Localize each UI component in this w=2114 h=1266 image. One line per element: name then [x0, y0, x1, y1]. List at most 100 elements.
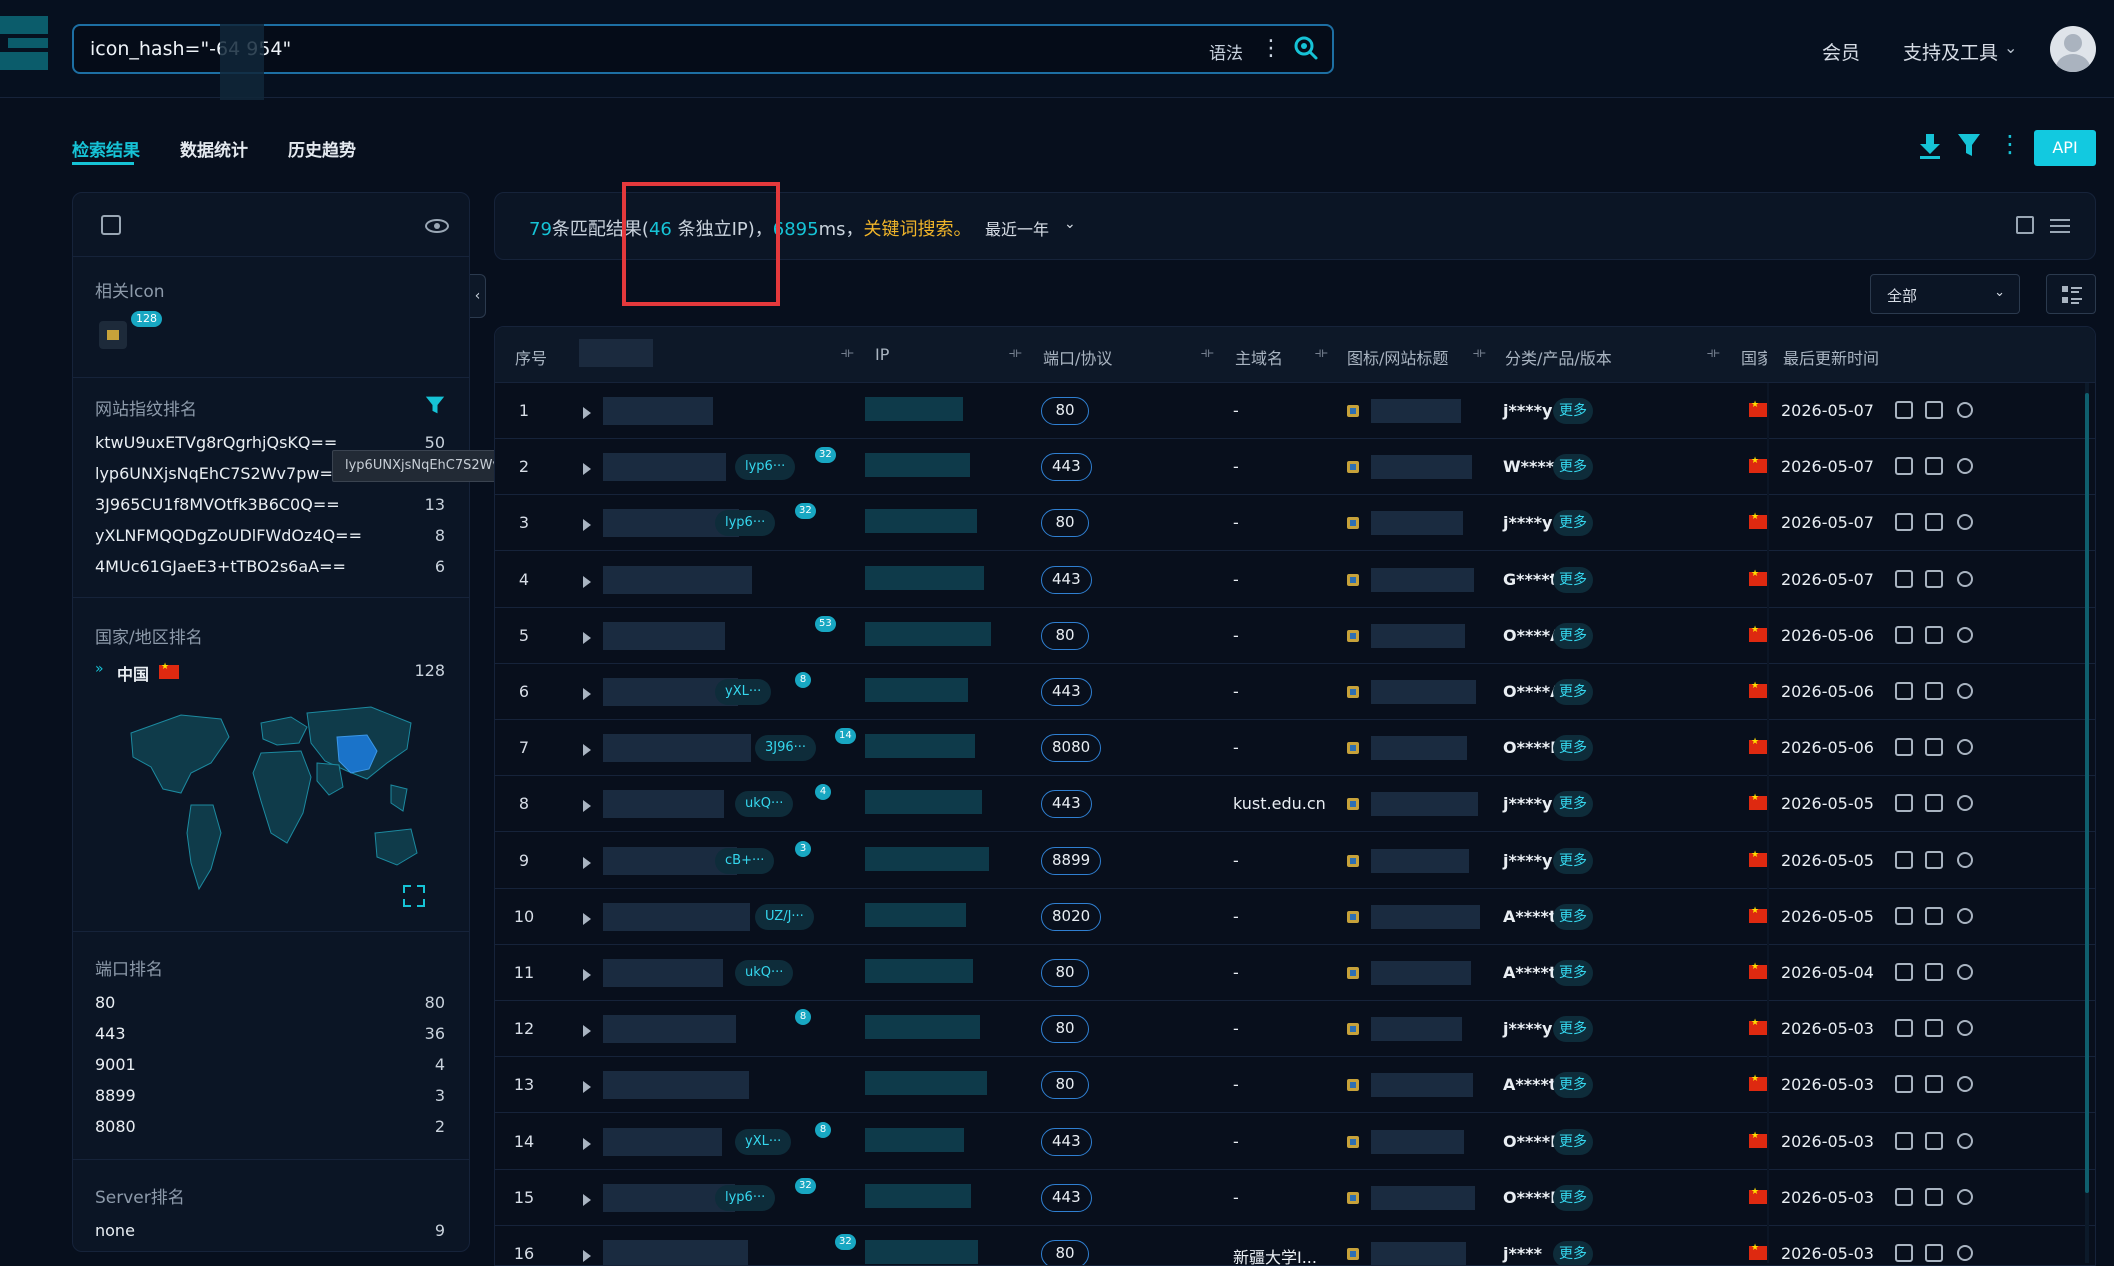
server-item[interactable]: none: [95, 1221, 135, 1240]
host-domain[interactable]: -: [1233, 570, 1239, 589]
chevron-down-icon[interactable]: ⌄: [2004, 38, 2017, 57]
redacted-ip[interactable]: [865, 734, 975, 758]
more-vertical-icon[interactable]: ⋮: [1998, 130, 2022, 158]
favicon-icon[interactable]: [1347, 1079, 1359, 1091]
report-icon[interactable]: [1925, 1244, 1943, 1262]
favicon-icon[interactable]: [1347, 405, 1359, 417]
tab-history-trend[interactable]: 历史趋势: [288, 136, 356, 161]
table-row[interactable]: 73J96···148080-O****P更多2026-05-06: [495, 720, 2095, 776]
redacted-ip[interactable]: [865, 847, 989, 871]
cube-icon[interactable]: [1957, 571, 1973, 587]
port-item[interactable]: 80: [95, 993, 115, 1012]
category-filter-select[interactable]: 全部 ⌄: [1870, 274, 2020, 314]
port-badge[interactable]: 443: [1041, 1128, 1092, 1156]
search-bar[interactable]: icon_hash="-64 954" 语法 ⋮: [72, 24, 1334, 100]
favicon-icon[interactable]: [1347, 517, 1359, 529]
favicon-icon[interactable]: [1347, 1023, 1359, 1035]
cube-icon[interactable]: [1957, 1020, 1973, 1036]
cube-icon[interactable]: [1957, 1189, 1973, 1205]
cube-icon[interactable]: [1957, 795, 1973, 811]
port-item[interactable]: 443: [95, 1024, 126, 1043]
redacted-ip[interactable]: [865, 1015, 980, 1039]
favicon-icon[interactable]: [1347, 574, 1359, 586]
port-badge[interactable]: 8899: [1041, 847, 1102, 875]
favicon-icon[interactable]: [1347, 855, 1359, 867]
list-view-icon[interactable]: [2050, 218, 2070, 234]
fingerprint-tag[interactable]: ukQ···: [735, 960, 794, 986]
code-view-icon[interactable]: [1895, 1188, 1913, 1206]
report-icon[interactable]: [1925, 1188, 1943, 1206]
more-tag[interactable]: 更多: [1553, 1185, 1593, 1211]
port-item[interactable]: 9001: [95, 1055, 136, 1074]
redacted-ip[interactable]: [865, 1128, 964, 1152]
more-tag[interactable]: 更多: [1553, 904, 1593, 930]
favicon-icon[interactable]: [1347, 1192, 1359, 1204]
code-view-icon[interactable]: [1895, 1244, 1913, 1262]
redacted-ip[interactable]: [865, 397, 963, 421]
search-icon[interactable]: [1292, 34, 1320, 62]
fingerprint-item[interactable]: lyp6UNXjsNqEhC7S2Wv7pw==: [95, 464, 346, 483]
fingerprint-item[interactable]: yXLNFMQQDgZoUDlFWdOz4Q==: [95, 526, 362, 545]
filter-icon[interactable]: [425, 395, 445, 415]
report-icon[interactable]: [1925, 626, 1943, 644]
port-badge[interactable]: 443: [1041, 1184, 1092, 1212]
column-resize-handle[interactable]: ⟛: [1009, 345, 1023, 363]
api-button[interactable]: API: [2034, 130, 2096, 166]
column-resize-handle[interactable]: ⟛: [1315, 345, 1329, 363]
country-name[interactable]: 中国: [117, 661, 149, 685]
redacted-ip[interactable]: [865, 1184, 971, 1208]
host-domain[interactable]: -: [1233, 907, 1239, 926]
report-icon[interactable]: [1925, 907, 1943, 925]
favicon-icon[interactable]: [1347, 967, 1359, 979]
tab-search-results[interactable]: 检索结果: [72, 136, 140, 161]
port-badge[interactable]: 8020: [1041, 903, 1102, 931]
host-domain[interactable]: -: [1233, 851, 1239, 870]
favicon-icon[interactable]: [1347, 630, 1359, 642]
redacted-ip[interactable]: [865, 566, 984, 590]
more-tag[interactable]: 更多: [1553, 679, 1593, 705]
cube-icon[interactable]: [1957, 852, 1973, 868]
port-badge[interactable]: 80: [1041, 622, 1089, 650]
code-view-icon[interactable]: [1895, 851, 1913, 869]
report-icon[interactable]: [1925, 1019, 1943, 1037]
code-view-icon[interactable]: [1895, 794, 1913, 812]
port-badge[interactable]: 443: [1041, 453, 1092, 481]
product-name[interactable]: A****t: [1503, 907, 1557, 926]
port-item[interactable]: 8899: [95, 1086, 136, 1105]
table-row[interactable]: 8 ukQ··· 4 443 kust.edu.cn j****y更多 2026-05-05: [495, 776, 2095, 832]
redacted-ip[interactable]: [865, 622, 991, 646]
more-tag[interactable]: 更多: [1553, 623, 1593, 649]
product-name[interactable]: j****y: [1503, 851, 1552, 870]
more-tag[interactable]: 更多: [1553, 848, 1593, 874]
fingerprint-tag[interactable]: 3J96···: [755, 735, 817, 761]
favicon-icon[interactable]: [1347, 686, 1359, 698]
code-view-icon[interactable]: [1895, 401, 1913, 419]
select-all-icon[interactable]: [2016, 216, 2034, 234]
more-tag[interactable]: 更多: [1553, 735, 1593, 761]
table-row[interactable]: 3 lyp6··· 32 80 - j****y更多 2026-05-07: [495, 495, 2095, 551]
redacted-ip[interactable]: [865, 678, 968, 702]
port-badge[interactable]: 80: [1041, 1240, 1089, 1265]
expand-row-icon[interactable]: [583, 969, 591, 981]
report-icon[interactable]: [1925, 963, 1943, 981]
host-domain[interactable]: -: [1233, 682, 1239, 701]
chevron-down-icon[interactable]: ⌄: [1064, 216, 1076, 232]
product-name[interactable]: j****y: [1503, 513, 1552, 532]
cube-icon[interactable]: [1957, 908, 1973, 924]
expand-row-icon[interactable]: [583, 576, 591, 588]
code-view-icon[interactable]: [1895, 626, 1913, 644]
expand-row-icon[interactable]: [583, 1194, 591, 1206]
select-all-icon[interactable]: [101, 215, 121, 235]
code-view-icon[interactable]: [1895, 963, 1913, 981]
host-domain[interactable]: -: [1233, 1019, 1239, 1038]
time-range-select[interactable]: 最近一年: [985, 216, 1049, 240]
more-tag[interactable]: 更多: [1553, 510, 1593, 536]
download-icon[interactable]: [1918, 132, 1942, 160]
host-domain[interactable]: -: [1233, 1132, 1239, 1151]
more-tag[interactable]: 更多: [1553, 791, 1593, 817]
code-view-icon[interactable]: [1895, 682, 1913, 700]
favicon-icon[interactable]: [1347, 798, 1359, 810]
expand-row-icon[interactable]: [583, 519, 591, 531]
fingerprint-item[interactable]: 3J965CU1f8MVOtfk3B6C0Q==: [95, 495, 340, 514]
expand-row-icon[interactable]: [583, 632, 591, 644]
